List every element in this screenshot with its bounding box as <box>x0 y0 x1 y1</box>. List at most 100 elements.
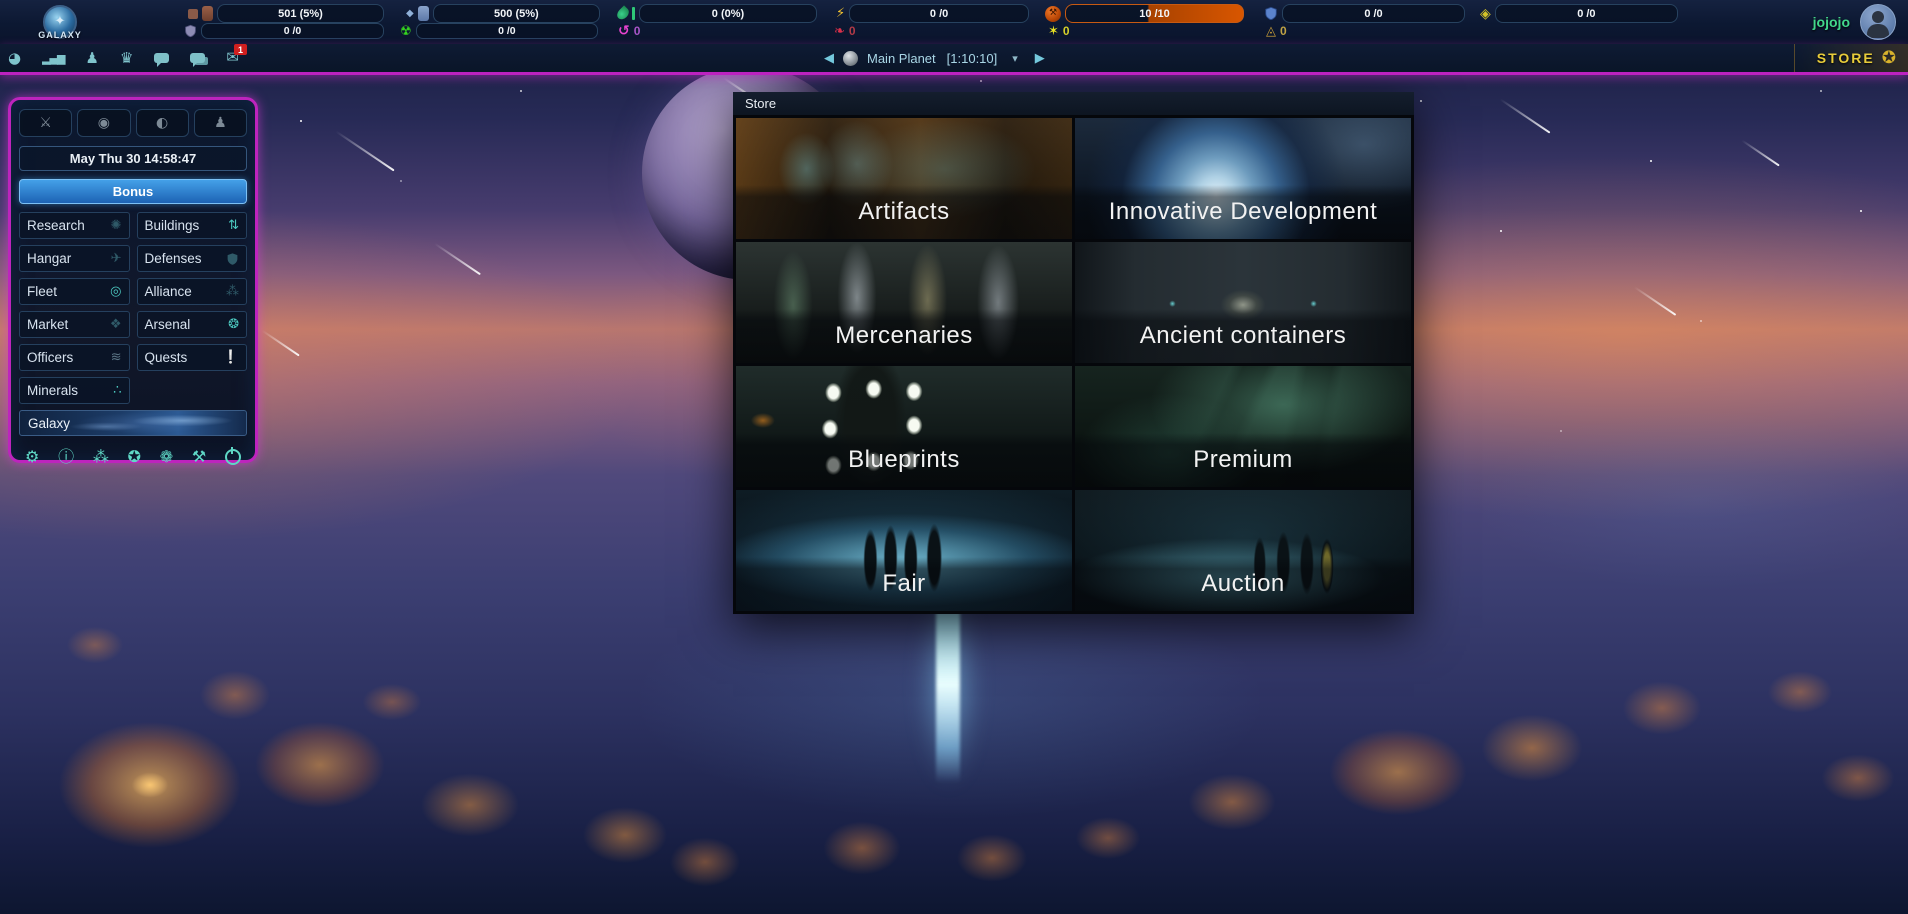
attack-button[interactable]: ⚔ <box>19 109 72 137</box>
orbit-icon: ◐ <box>156 116 168 130</box>
sidebar-item-galaxy[interactable]: Galaxy <box>19 410 247 436</box>
player-info[interactable]: jojojo <box>1813 0 1896 44</box>
sidebar-item-hangar[interactable]: Hangar ✈ <box>19 245 130 272</box>
production-value: 10 /10 <box>1065 4 1244 23</box>
resource-metal: 501 (5%) <box>188 5 384 22</box>
metal-rate-icon <box>188 9 198 19</box>
minerals-molecule-icon: ∴ <box>113 384 121 397</box>
gas-droplet-icon <box>615 5 631 21</box>
main-toolbar: ◕ ▂▄▆ ♟ ♛ ✉ 1 ◀ Main Planet [1:10:10] ▾ … <box>0 44 1908 75</box>
agent-button[interactable]: ♟ <box>194 109 247 137</box>
defenses-shield-icon <box>226 252 239 266</box>
main-menu-grid: Research ✺ Buildings ⇅ Hangar ✈ Defenses… <box>19 212 247 436</box>
chat-icon[interactable] <box>154 53 169 63</box>
orbit-button[interactable]: ◐ <box>136 109 189 137</box>
market-tag-icon: ❖ <box>110 318 122 331</box>
info-icon[interactable]: ⓘ <box>58 449 74 465</box>
game-screen: ✦ GALAXY 501 (5%) ◆ 500 (5%) 0 (0%) ⚡ 0 … <box>0 0 1908 914</box>
rank-icon[interactable]: ♟ <box>85 51 98 66</box>
store-button[interactable]: STORE ✪ <box>1794 44 1908 72</box>
research-atom-icon: ✺ <box>111 219 122 232</box>
support-ring-icon[interactable]: ❁ <box>160 449 173 465</box>
relic-count: 0 <box>1280 24 1287 38</box>
store-tile-blueprints[interactable]: Blueprints <box>736 366 1072 487</box>
metal-value: 501 (5%) <box>217 4 384 23</box>
counter-shuriken: ✶ 0 <box>1048 24 1070 38</box>
sidebar-footer-icons: ⚙ ⓘ ⁂ ✪ ❁ ⚒ <box>19 449 247 465</box>
store-modal-header: Store <box>733 92 1414 115</box>
community-people-icon[interactable]: ⁂ <box>93 449 109 465</box>
settings-gear-icon[interactable]: ⚙ <box>25 449 39 465</box>
store-tile-ancient-containers[interactable]: Ancient containers <box>1075 242 1411 363</box>
store-tile-mercenaries[interactable]: Mercenaries <box>736 242 1072 363</box>
plasma-count: 0 <box>849 24 856 38</box>
crystal-icon <box>418 6 429 21</box>
store-medal-icon: ✪ <box>1882 50 1896 67</box>
planet-name[interactable]: Main Planet <box>867 51 936 66</box>
eye-icon: ◉ <box>98 116 110 130</box>
planet-coordinates[interactable]: [1:10:10] <box>947 51 998 66</box>
store-tile-innovative-development[interactable]: Innovative Development <box>1075 118 1411 239</box>
crystal-rate-icon: ◆ <box>406 9 414 19</box>
sidebar-item-quests[interactable]: Quests ❕ <box>137 344 248 371</box>
tile-caption: Artifacts <box>736 185 1072 239</box>
sidebar-item-market[interactable]: Market ❖ <box>19 311 130 338</box>
overview-pie-icon[interactable]: ◕ <box>8 51 21 66</box>
game-logo[interactable]: ✦ GALAXY <box>8 1 112 43</box>
resource-gas: 0 (0%) <box>618 5 817 22</box>
army-value: 0 /0 <box>1282 4 1465 23</box>
tile-caption: Auction <box>1075 557 1411 611</box>
resource-crystal: ◆ 500 (5%) <box>406 5 600 22</box>
sidebar-item-fleet[interactable]: Fleet ◎ <box>19 278 130 305</box>
credits-gem-icon: ◈ <box>1480 7 1491 21</box>
planet-dropdown-icon[interactable]: ▾ <box>1012 52 1018 65</box>
store-tile-premium[interactable]: Premium <box>1075 366 1411 487</box>
counter-plasma: ❧ 0 <box>834 24 856 38</box>
bonus-button[interactable]: Bonus <box>19 179 247 204</box>
planet-thumbnail-icon <box>843 51 858 66</box>
sidebar-item-defenses[interactable]: Defenses <box>137 245 248 272</box>
sidebar-item-officers[interactable]: Officers ≋ <box>19 344 130 371</box>
shield-value: 0 /0 <box>201 23 384 39</box>
player-name[interactable]: jojojo <box>1813 14 1850 30</box>
trophy-icon[interactable]: ♛ <box>120 51 133 66</box>
statistics-icon[interactable]: ▂▄▆ <box>42 53 64 64</box>
previous-planet-arrow-icon[interactable]: ◀ <box>824 51 834 66</box>
forum-icon[interactable] <box>190 53 205 63</box>
gas-value: 0 (0%) <box>639 4 817 23</box>
store-tile-auction[interactable]: Auction <box>1075 490 1411 611</box>
officers-waves-icon: ≋ <box>111 351 122 364</box>
store-modal-title: Store <box>745 96 776 111</box>
next-planet-arrow-icon[interactable]: ▶ <box>1035 51 1045 66</box>
toolbar-icon-strip: ◕ ▂▄▆ ♟ ♛ ✉ 1 <box>8 44 239 72</box>
player-avatar[interactable] <box>1860 4 1896 40</box>
gas-level-indicator <box>632 7 635 20</box>
radiation-value: 0 /0 <box>416 23 598 39</box>
resource-credits: ◈ 0 /0 <box>1480 5 1678 22</box>
store-tile-fair[interactable]: Fair <box>736 490 1072 611</box>
counter-relic: ◬ 0 <box>1266 24 1287 38</box>
buildings-sliders-icon: ⇅ <box>228 219 239 232</box>
energy-value: 0 /0 <box>849 4 1029 23</box>
observe-button[interactable]: ◉ <box>77 109 130 137</box>
sidebar-item-research[interactable]: Research ✺ <box>19 212 130 239</box>
store-tile-artifacts[interactable]: Artifacts <box>736 118 1072 239</box>
top-resource-bar: ✦ GALAXY 501 (5%) ◆ 500 (5%) 0 (0%) ⚡ 0 … <box>0 0 1908 45</box>
store-modal: Store Artifacts Innovative Development M… <box>733 92 1414 614</box>
sidebar-item-alliance[interactable]: Alliance ⁂ <box>137 278 248 305</box>
resource-production: ⚒ 10 /10 <box>1045 5 1244 22</box>
logout-power-icon[interactable] <box>225 449 241 465</box>
counter-antimatter: ↺ 0 <box>618 24 640 38</box>
resource-army: 0 /0 <box>1264 5 1465 22</box>
store-tile-grid: Artifacts Innovative Development Mercena… <box>733 115 1414 614</box>
sidebar-item-minerals[interactable]: Minerals ∴ <box>19 377 130 404</box>
shuriken-count: 0 <box>1063 24 1070 38</box>
sidebar-item-buildings[interactable]: Buildings ⇅ <box>137 212 248 239</box>
left-menu-panel: ⚔ ◉ ◐ ♟ May Thu 30 14:58:47 Bonus Resear… <box>8 97 258 463</box>
sidebar-item-arsenal[interactable]: Arsenal ❂ <box>137 311 248 338</box>
medal-icon[interactable]: ✪ <box>128 449 141 465</box>
plasma-icon: ❧ <box>834 25 845 38</box>
tools-icon[interactable]: ⚒ <box>192 449 206 465</box>
mail-button[interactable]: ✉ 1 <box>226 49 239 67</box>
radiation-icon: ☢ <box>400 25 412 38</box>
